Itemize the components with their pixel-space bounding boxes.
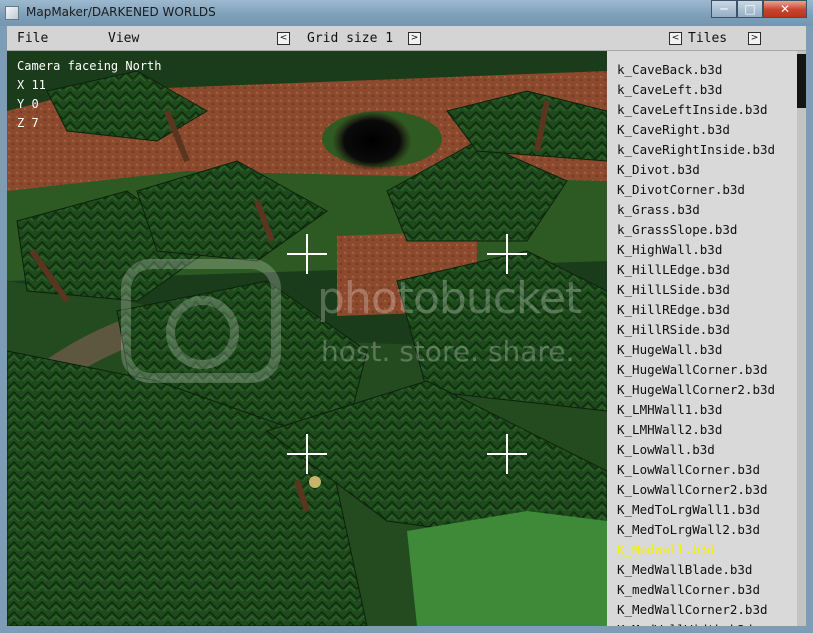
- tile-list-item[interactable]: K_HillREdge.b3d: [607, 300, 797, 320]
- tile-list-item[interactable]: K_LMHWall1.b3d: [607, 400, 797, 420]
- grid-size-next-button[interactable]: >: [408, 32, 421, 45]
- close-button[interactable]: ✕: [763, 0, 807, 18]
- tile-list-item[interactable]: k_CaveRightInside.b3d: [607, 140, 797, 160]
- tile-list-item[interactable]: K_LowWallCorner2.b3d: [607, 480, 797, 500]
- tile-list-item[interactable]: K_HillRSide.b3d: [607, 320, 797, 340]
- tile-list-item[interactable]: K_MedWallBlade.b3d: [607, 560, 797, 580]
- tile-list-panel: k_CaveBack.b3d k_CaveLeft.b3d k_CaveLeftIn…: [607, 51, 806, 626]
- camera-facing-text: Camera faceing North: [17, 59, 162, 73]
- tile-list-item[interactable]: K_HillLSide.b3d: [607, 280, 797, 300]
- tile-list-item[interactable]: k_GrassSlope.b3d: [607, 220, 797, 240]
- tile-list-item[interactable]: K_MedToLrgWall1.b3d: [607, 500, 797, 520]
- client-area: File View < Grid size 1 > < Tiles > Came…: [7, 26, 806, 626]
- grid-size-label: Grid size 1: [307, 31, 394, 46]
- terrain-scene: [7, 51, 607, 626]
- tile-list-item[interactable]: K_HighWall.b3d: [607, 240, 797, 260]
- tile-list-item[interactable]: K_CaveRight.b3d: [607, 120, 797, 140]
- window-frame-right: [806, 26, 813, 633]
- tile-list[interactable]: k_CaveBack.b3d k_CaveLeft.b3d k_CaveLeftIn…: [607, 60, 797, 626]
- camera-z-text: Z 7: [17, 116, 39, 130]
- map-viewport[interactable]: Camera faceing North X 11 Y 0 Z 7 photob…: [7, 51, 607, 626]
- tile-list-item[interactable]: K_LowWallCorner.b3d: [607, 460, 797, 480]
- minimize-button[interactable]: ─: [711, 0, 737, 18]
- tile-list-item[interactable]: k_CaveLeft.b3d: [607, 80, 797, 100]
- tiles-prev-button[interactable]: <: [669, 32, 682, 45]
- tile-list-item[interactable]: k_CaveBack.b3d: [607, 60, 797, 80]
- window-titlebar[interactable]: MapMaker/DARKENED WORLDS ─ □ ✕: [0, 0, 813, 26]
- tile-list-item[interactable]: K_LowWall.b3d: [607, 440, 797, 460]
- crosshair-icon: [287, 434, 327, 474]
- tile-list-item[interactable]: k_CaveLeftInside.b3d: [607, 100, 797, 120]
- maximize-button[interactable]: □: [737, 0, 763, 18]
- window-controls: ─ □ ✕: [711, 0, 807, 19]
- window-title: MapMaker/DARKENED WORLDS: [26, 5, 216, 19]
- tile-list-item[interactable]: K_MedWallCorner2.b3d: [607, 600, 797, 620]
- crosshair-icon: [287, 234, 327, 274]
- menu-view[interactable]: View: [108, 31, 139, 46]
- tile-list-item[interactable]: K_HugeWallCorner.b3d: [607, 360, 797, 380]
- tile-list-item[interactable]: K_MedWall.b3d: [607, 540, 797, 560]
- scrollbar-thumb[interactable]: [797, 54, 806, 108]
- camera-hud: Camera faceing North X 11 Y 0 Z 7: [17, 57, 162, 133]
- tile-list-item[interactable]: K_medWallCorner.b3d: [607, 580, 797, 600]
- tile-list-item[interactable]: K_HugeWallCorner2.b3d: [607, 380, 797, 400]
- app-icon: [5, 6, 19, 20]
- tile-list-item[interactable]: K_MedToLrgWall2.b3d: [607, 520, 797, 540]
- tile-list-item[interactable]: K_Divot.b3d: [607, 160, 797, 180]
- tiles-next-button[interactable]: >: [748, 32, 761, 45]
- tile-list-item[interactable]: K_HillLEdge.b3d: [607, 260, 797, 280]
- crosshair-icon: [487, 434, 527, 474]
- camera-x-text: X 11: [17, 78, 46, 92]
- tiles-label: Tiles: [688, 31, 728, 46]
- grid-size-prev-button[interactable]: <: [277, 32, 290, 45]
- crosshair-icon: [487, 234, 527, 274]
- tile-list-scrollbar[interactable]: [797, 51, 806, 626]
- window-frame-left: [0, 26, 7, 633]
- window-frame-bottom: [0, 626, 813, 633]
- menu-file[interactable]: File: [17, 31, 48, 46]
- tile-list-item[interactable]: K_DivotCorner.b3d: [607, 180, 797, 200]
- tile-list-item[interactable]: K_MedWallWidth.b3d: [607, 620, 797, 626]
- tile-list-item[interactable]: K_LMHWall2.b3d: [607, 420, 797, 440]
- tile-list-item[interactable]: k_Grass.b3d: [607, 200, 797, 220]
- menubar: File View < Grid size 1 > < Tiles >: [7, 26, 806, 51]
- camera-y-text: Y 0: [17, 97, 39, 111]
- tile-list-item[interactable]: K_HugeWall.b3d: [607, 340, 797, 360]
